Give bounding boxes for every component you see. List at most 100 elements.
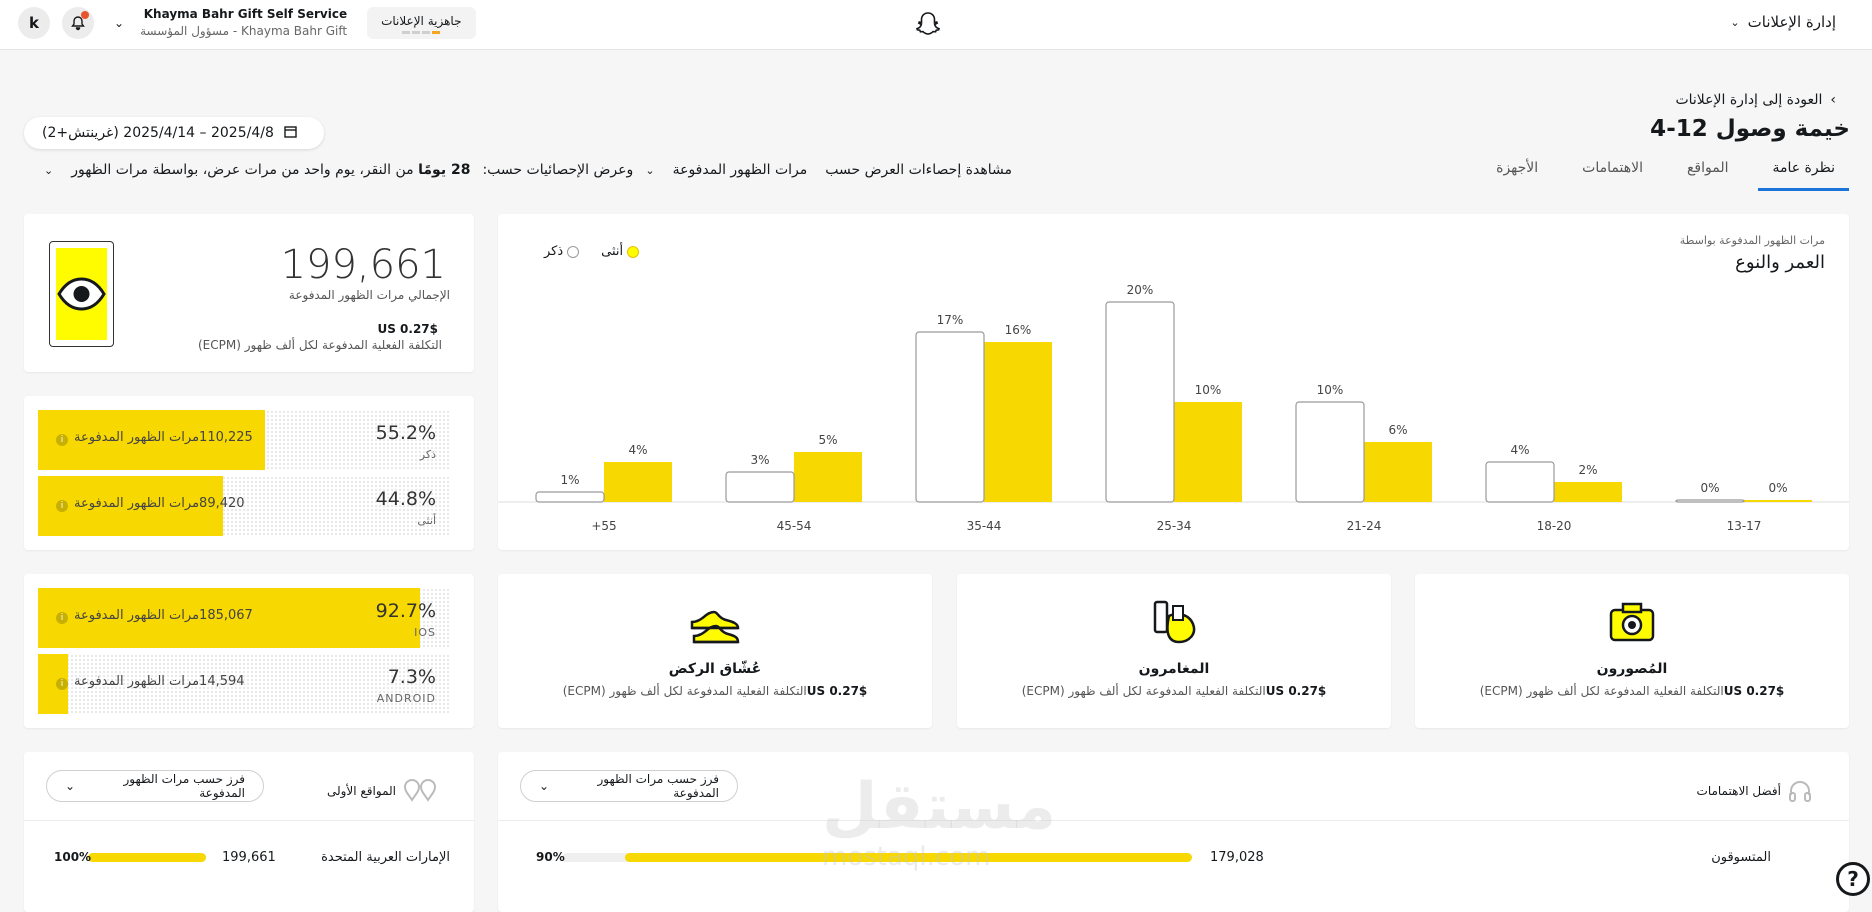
back-link[interactable]: › العودة إلى إدارة الإعلانات <box>1675 92 1836 108</box>
tick-label-13-17: 13-17 <box>1727 519 1762 533</box>
device-ios-impressions: 185,067مرات الظهور المدفوعة <box>74 608 253 623</box>
interest-card-runners[interactable]: عُشّاق الركض $US 0.27التكلفة الفعلية الم… <box>498 574 932 728</box>
back-label: العودة إلى إدارة الإعلانات <box>1675 92 1823 108</box>
ecpm-label: التكلفة الفعلية المدفوعة لكل ألف ظهور (E… <box>197 338 442 352</box>
device-android-impressions: 14,594مرات الظهور المدفوعة <box>74 674 245 689</box>
interest-card-adventurers[interactable]: المغامرون $US 0.27التكلفة الفعلية المدفو… <box>957 574 1391 728</box>
tick-label-25-34: 25-34 <box>1157 519 1192 533</box>
watermark-url: mostaql.com <box>822 842 991 872</box>
ads-manager-label: إدارة الإعلانات <box>1747 13 1836 31</box>
interest-ecpm: $US 0.27التكلفة الفعلية المدفوعة لكل ألف… <box>562 684 868 698</box>
interest-card-photographers[interactable]: المُصورون $US 0.27التكلفة الفعلية المدفو… <box>1415 574 1849 728</box>
device-card: i 185,067مرات الظهور المدفوعة 92.7% IOS … <box>24 574 474 728</box>
calendar-icon <box>284 125 297 142</box>
gender-female-impressions: 89,420مرات الظهور المدفوعة <box>74 496 245 511</box>
data-label-male-+55: 1% <box>560 473 579 487</box>
ecpm-value: $US 0.27 <box>377 322 438 336</box>
info-icon[interactable]: i <box>56 612 68 624</box>
avatar[interactable]: k <box>18 7 50 39</box>
age-gender-bar-chart: 0% 0% 13-17 2% 4% 18-20 6% 10% 21-24 10% 20% 25-34 1… <box>498 283 1849 533</box>
sort-locations-button[interactable]: فرز حسب مرات الظهور المدفوعة ⌄ <box>46 770 264 802</box>
chevron-down-icon: ⌄ <box>1730 15 1740 29</box>
eye-icon <box>57 277 106 311</box>
sort-interests-label: فرز حسب مرات الظهور المدفوعة <box>597 772 719 800</box>
tab-overview[interactable]: نظرة عامة <box>1758 156 1849 191</box>
tab-devices[interactable]: الأجهزة <box>1482 156 1552 191</box>
gender-male-pct: 55.2% <box>375 422 436 444</box>
view-stats-filter[interactable]: مشاهدة إحصاءات العرض حسب مرات الظهور الم… <box>645 162 1012 178</box>
tick-label-45-54: 45-54 <box>777 519 812 533</box>
interest-row-value: 179,028 <box>1210 850 1264 865</box>
chevron-down-icon[interactable]: ⌄ <box>114 16 124 30</box>
sort-locations-label: فرز حسب مرات الظهور المدفوعة <box>123 772 245 800</box>
attribution-value: 28 يومًا من النقر، يوم واحد من مرات عرض،… <box>71 162 470 178</box>
watermark-logo: مستقل <box>822 770 1057 844</box>
bar-female-21-24 <box>1364 442 1432 502</box>
info-icon[interactable]: i <box>56 678 68 690</box>
account-name: Khayma Bahr Gift Self Service <box>143 7 348 21</box>
notification-badge <box>81 11 89 19</box>
location-row-value: 199,661 <box>222 850 276 865</box>
data-label-female-+55: 4% <box>628 443 647 457</box>
data-label-female-35-44: 16% <box>1005 323 1032 337</box>
bar-female-25-34 <box>1174 402 1242 502</box>
total-impressions: 199,661 <box>280 242 446 288</box>
tab-interests[interactable]: الاهتمامات <box>1568 156 1657 191</box>
adventure-icon <box>1153 600 1196 644</box>
gender-male-impressions: 110,225مرات الظهور المدفوعة <box>74 430 253 445</box>
attribution-filter[interactable]: وعرض الإحصائيات حسب: 28 يومًا من النقر، … <box>44 162 633 178</box>
top-locations-card: المواقع الأولى فرز حسب مرات الظهور المدف… <box>24 752 474 912</box>
snapchat-ghost-icon[interactable] <box>914 10 942 38</box>
attribution-value-bold: 28 يومًا <box>418 162 471 178</box>
info-icon[interactable]: i <box>56 500 68 512</box>
bar-female-35-44 <box>984 342 1052 502</box>
bar-male-13-17 <box>1675 499 1745 503</box>
info-icon[interactable]: i <box>56 434 68 446</box>
location-row-name: الإمارات العربية المتحدة <box>321 850 450 865</box>
data-label-male-25-34: 20% <box>1127 283 1154 297</box>
chevron-down-icon: ⌄ <box>44 163 54 177</box>
location-row-bar <box>88 853 206 862</box>
tab-locations[interactable]: المواقع <box>1673 156 1743 191</box>
phone-illustration <box>49 241 114 347</box>
data-label-male-13-17: 0% <box>1700 481 1719 495</box>
interest-name: المغامرون <box>1138 661 1210 677</box>
summary-card: 199,661 الإجمالي مرات الظهور المدفوعة $U… <box>24 214 474 372</box>
chevron-down-icon: ⌄ <box>65 779 76 793</box>
account-role: Khayma Bahr Gift - مسؤول المؤسسة <box>140 24 348 38</box>
top-locations-header: المواقع الأولى <box>327 778 438 804</box>
location-row-pct: 100% <box>54 850 92 864</box>
ads-manager-menu[interactable]: إدارة الإعلانات ⌄ <box>1730 13 1836 31</box>
bar-female-18-20 <box>1554 482 1622 502</box>
view-stats-value: مرات الظهور المدفوعة <box>672 162 808 178</box>
top-bar: إدارة الإعلانات ⌄ k ⌄ Khayma Bahr Gift S… <box>0 0 1872 50</box>
account-switcher[interactable]: Khayma Bahr Gift Self Service Khayma Bah… <box>140 6 347 40</box>
map-pin-icon <box>403 779 437 802</box>
bar-male-18-20 <box>1485 461 1555 503</box>
notifications-button[interactable] <box>62 7 94 39</box>
device-row-android: i 14,594مرات الظهور المدفوعة 7.3% ANDROI… <box>38 654 450 714</box>
top-interests-card: أفضل الاهتمامات فرز حسب مرات الظهور المد… <box>498 752 1849 912</box>
attribution-label: وعرض الإحصائيات حسب: <box>482 162 634 178</box>
data-label-female-18-20: 2% <box>1578 463 1597 477</box>
sort-interests-button[interactable]: فرز حسب مرات الظهور المدفوعة ⌄ <box>520 770 738 802</box>
bar-male-+55 <box>535 491 605 503</box>
sneakers-icon <box>690 610 740 644</box>
interest-row-name: المتسوقون <box>1711 850 1771 865</box>
gender-male-name: ذكر <box>419 448 436 461</box>
interest-ecpm: $US 0.27التكلفة الفعلية المدفوعة لكل ألف… <box>1021 684 1327 698</box>
tick-label-18-20: 18-20 <box>1537 519 1572 533</box>
bar-male-45-54 <box>725 471 795 503</box>
device-ios-name: IOS <box>414 626 436 639</box>
data-label-male-35-44: 17% <box>937 313 964 327</box>
date-range-picker[interactable]: 2025/4/8 – 2025/4/14 (غرينتش+2) <box>24 117 324 149</box>
help-button[interactable]: ? <box>1836 862 1870 896</box>
tab-bar: نظرة عامة المواقع الاهتمامات الأجهزة <box>1466 156 1849 191</box>
interest-name: عُشّاق الركض <box>668 661 762 677</box>
gender-row-male: i 110,225مرات الظهور المدفوعة 55.2% ذكر <box>38 410 450 470</box>
device-android-name: ANDROID <box>376 692 436 705</box>
data-label-male-18-20: 4% <box>1510 443 1529 457</box>
gender-row-female: i 89,420مرات الظهور المدفوعة 44.8% أنثى <box>38 476 450 536</box>
interest-row-pct: 90% <box>536 850 565 864</box>
ad-readiness-button[interactable]: جاهزية الإعلانات <box>367 7 476 39</box>
